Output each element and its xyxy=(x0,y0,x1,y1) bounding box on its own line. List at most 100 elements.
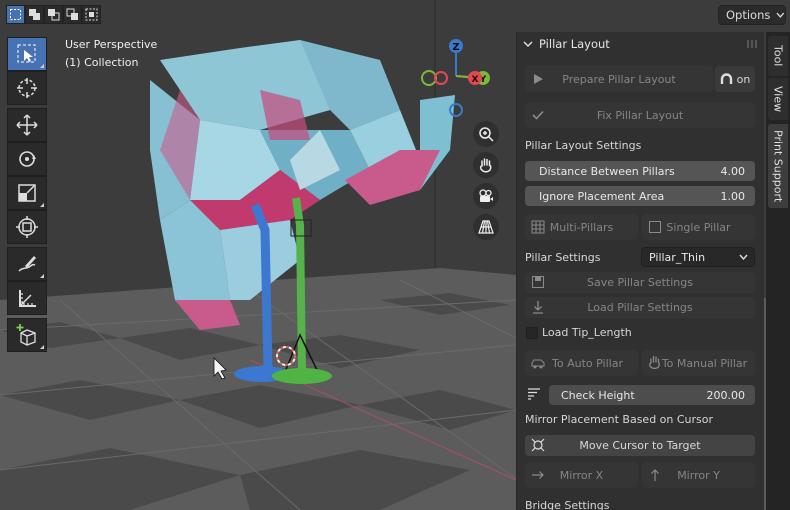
magnet-icon xyxy=(720,73,732,84)
drag-handle-icon[interactable] xyxy=(747,40,757,48)
move-cursor-to-target-button[interactable]: Move Cursor to Target xyxy=(525,435,755,456)
download-icon xyxy=(533,301,543,314)
panel-title: Pillar Layout xyxy=(539,37,610,51)
ignore-label: Ignore Placement Area xyxy=(539,189,665,203)
pillar-settings-value: Pillar_Thin xyxy=(649,250,706,264)
check-height-label: Check Height xyxy=(561,388,635,402)
grid-icon xyxy=(531,220,545,234)
scale-tool[interactable] xyxy=(7,176,47,210)
to-manual-pillar-label: To Manual Pillar xyxy=(661,356,748,370)
hand-icon xyxy=(649,355,660,369)
panel-header[interactable]: Pillar Layout xyxy=(517,32,765,56)
z-axis-label: Z xyxy=(452,42,459,53)
checkmark-icon xyxy=(532,110,544,120)
rotate-icon xyxy=(19,151,36,167)
arrow-up-icon xyxy=(651,469,659,481)
sidebar-tabs: Tool View Print Support xyxy=(766,32,790,510)
fix-pillar-layout-label: Fix Pillar Layout xyxy=(596,108,684,122)
load-tip-length-checkbox[interactable] xyxy=(526,327,538,339)
play-icon xyxy=(534,74,543,84)
pillar-settings-select[interactable]: Pillar_Thin xyxy=(641,247,755,267)
to-auto-pillar-button[interactable]: To Auto Pillar xyxy=(525,350,638,376)
cursor-tool[interactable] xyxy=(7,71,47,105)
save-pillar-settings-button[interactable]: Save Pillar Settings xyxy=(525,272,755,293)
distance-label: Distance Between Pillars xyxy=(539,164,675,178)
bridge-settings-heading: Bridge Settings xyxy=(525,499,610,510)
cursor-icon xyxy=(17,78,37,98)
move-tool[interactable] xyxy=(7,108,47,142)
perspective-toggle-button[interactable] xyxy=(473,214,499,240)
load-tip-length-label: Load Tip_Length xyxy=(542,326,632,339)
to-auto-pillar-label: To Auto Pillar xyxy=(552,356,623,370)
tab-view-label: View xyxy=(771,85,785,113)
select-invert-icon[interactable] xyxy=(63,5,82,24)
perspective-label: User Perspective xyxy=(65,38,158,51)
mirror-x-button[interactable]: Mirror X xyxy=(525,462,638,488)
ignore-value: 1.00 xyxy=(720,189,746,203)
pillar-layout-toggle[interactable]: on xyxy=(715,66,755,92)
tab-tool-label: Tool xyxy=(771,45,785,67)
pillar-settings-label: Pillar Settings xyxy=(525,251,601,264)
pillar-layout-panel: Pillar Layout Prepare Pillar Layout on F… xyxy=(516,32,764,510)
prepare-pillar-layout-label: Prepare Pillar Layout xyxy=(562,72,676,86)
select-intersect-icon[interactable] xyxy=(82,5,101,24)
single-pillar-label: Single Pillar xyxy=(666,220,731,234)
tab-print-support[interactable]: Print Support xyxy=(768,124,788,208)
select-extend-icon[interactable] xyxy=(25,5,44,24)
fix-pillar-layout-button[interactable]: Fix Pillar Layout xyxy=(525,102,755,128)
x-axis-label: X xyxy=(472,75,479,85)
save-icon xyxy=(532,276,544,288)
neg-y-axis-handle[interactable] xyxy=(421,70,437,86)
mirror-x-label: Mirror X xyxy=(559,468,604,482)
tool-shelf xyxy=(7,37,48,352)
pan-button[interactable] xyxy=(473,152,499,178)
measure-tool[interactable] xyxy=(7,281,47,315)
axis-gizmo[interactable]: Z Y X xyxy=(415,36,495,120)
select-box-icon[interactable] xyxy=(6,5,25,24)
to-manual-pillar-button[interactable]: To Manual Pillar xyxy=(642,350,755,376)
options-dropdown[interactable]: Options xyxy=(718,5,786,25)
prepare-pillar-layout-button[interactable]: Prepare Pillar Layout xyxy=(525,66,713,92)
distance-between-pillars-field[interactable]: Distance Between Pillars 4.00 xyxy=(525,161,755,181)
transform-tool[interactable] xyxy=(7,210,47,244)
ignore-placement-area-field[interactable]: Ignore Placement Area 1.00 xyxy=(525,186,755,206)
zoom-button[interactable] xyxy=(473,121,499,147)
rotate-tool[interactable] xyxy=(7,142,47,176)
cursor-target-icon xyxy=(531,438,545,452)
annotate-tool[interactable] xyxy=(7,247,47,281)
tab-tool[interactable]: Tool xyxy=(768,36,788,76)
select-box-tool[interactable] xyxy=(7,37,47,71)
select-subtract-icon[interactable] xyxy=(44,5,63,24)
multi-pillars-button[interactable]: Multi-Pillars xyxy=(525,214,638,240)
square-icon xyxy=(649,221,661,233)
mirror-y-button[interactable]: Mirror Y xyxy=(642,462,755,488)
zoom-icon xyxy=(479,127,494,142)
pan-hand-icon xyxy=(479,158,492,173)
camera-icon xyxy=(479,189,493,202)
load-pillar-settings-label: Load Pillar Settings xyxy=(587,301,693,314)
neg-z-axis-handle[interactable] xyxy=(449,103,463,117)
single-pillar-button[interactable]: Single Pillar xyxy=(642,214,755,240)
sort-lines-icon xyxy=(528,388,540,400)
add-cube-tool[interactable] xyxy=(7,318,47,352)
chevron-down-icon xyxy=(739,254,748,260)
grid-perspective-icon xyxy=(478,220,494,234)
load-pillar-settings-button[interactable]: Load Pillar Settings xyxy=(525,297,755,318)
camera-view-button[interactable] xyxy=(473,183,499,209)
selection-mode-group xyxy=(6,5,101,24)
toggle-label: on xyxy=(736,72,751,86)
pillar-layout-settings-heading: Pillar Layout Settings xyxy=(525,139,642,152)
transform-icon xyxy=(16,216,38,238)
arrow-right-icon xyxy=(532,471,544,479)
multi-pillars-label: Multi-Pillars xyxy=(549,220,614,234)
chevron-down-icon xyxy=(776,12,785,18)
check-height-field[interactable]: Check Height 200.00 xyxy=(549,385,755,405)
scale-icon xyxy=(18,184,36,202)
move-icon xyxy=(16,114,38,136)
tab-print-support-label: Print Support xyxy=(771,129,785,203)
add-cube-icon xyxy=(16,324,36,346)
select-box-icon xyxy=(17,44,36,63)
car-icon xyxy=(531,359,545,369)
move-cursor-to-target-label: Move Cursor to Target xyxy=(579,439,701,452)
tab-view[interactable]: View xyxy=(768,78,788,120)
